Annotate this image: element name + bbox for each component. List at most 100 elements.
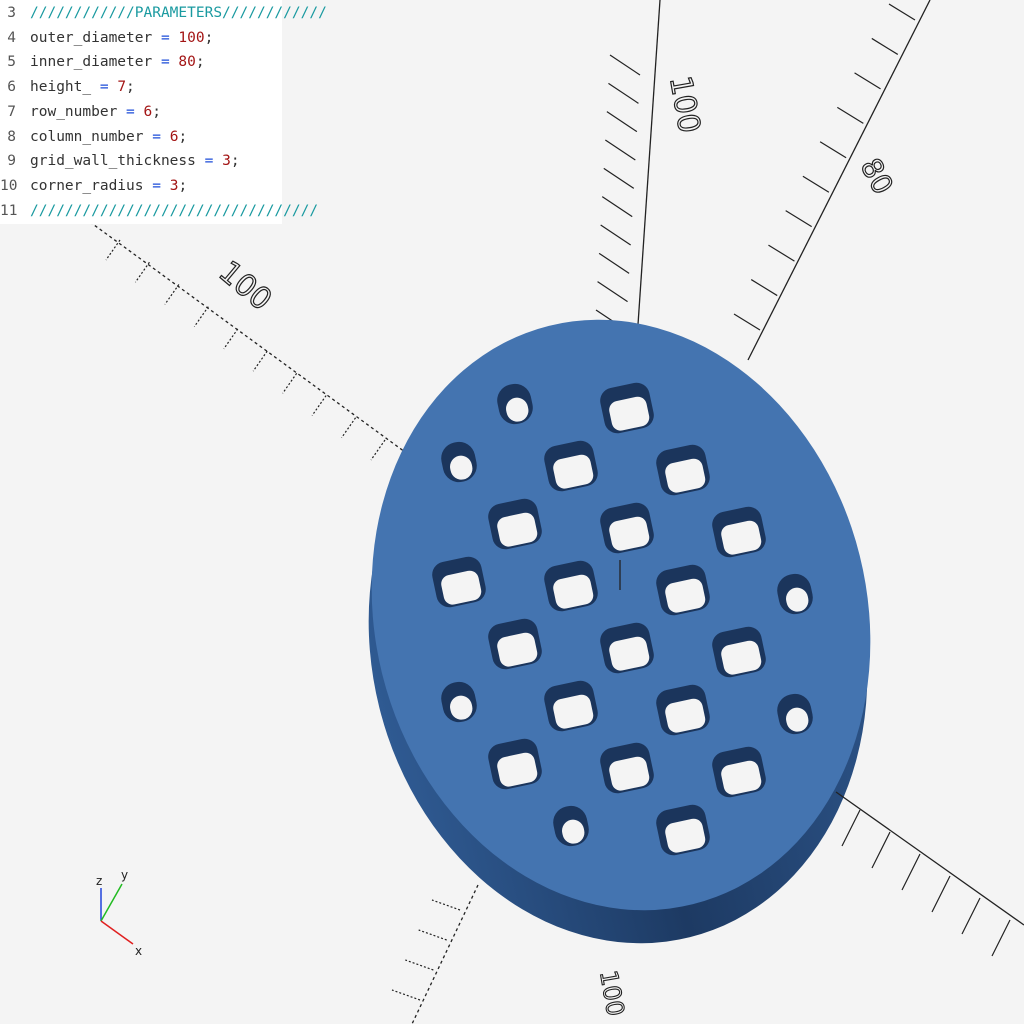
numeric-value: 6	[143, 103, 153, 120]
axis-tick	[134, 261, 150, 283]
line-code: outer_diameter = 100;	[30, 26, 213, 51]
numeric-value: 100	[178, 29, 205, 46]
variable-name: grid_wall_thickness	[30, 153, 196, 170]
variable-name: row_number	[30, 103, 118, 120]
axis-tick	[854, 72, 881, 90]
disc-top	[371, 319, 871, 911]
axis-tick	[223, 328, 239, 350]
operator: =	[195, 153, 223, 170]
axis-tick-label: 100	[594, 968, 630, 1018]
semicolon: ;	[195, 54, 205, 71]
line-number: 4	[7, 29, 16, 46]
axis-tick	[598, 252, 630, 274]
code-line[interactable]: 3 ////////////PARAMETERS////////////	[0, 1, 327, 26]
line-code: /////////////////////////////////	[30, 199, 318, 224]
axis-tick	[311, 395, 327, 416]
line-number: 3	[7, 5, 16, 21]
axis-tick-label: 100	[662, 73, 706, 135]
grid-disc-model[interactable]	[307, 266, 932, 996]
code-line[interactable]: 7 row_number = 6;	[0, 100, 282, 125]
axis-tick	[605, 139, 636, 161]
line-code: column_number = 6;	[30, 125, 187, 150]
variable-name: column_number	[30, 128, 144, 145]
axis-tick	[768, 244, 795, 262]
line-number: 11	[0, 202, 18, 219]
code-line[interactable]: 6 height_ = 7;	[0, 75, 282, 100]
axis-tick-label: 100	[212, 254, 278, 318]
line-code: corner_radius = 3;	[30, 174, 187, 199]
axis-tick	[991, 919, 1011, 957]
axis-tick	[341, 417, 357, 439]
axis-tick	[871, 37, 899, 55]
operator: =	[143, 177, 170, 194]
axis-tick	[603, 167, 635, 189]
line-number: 8	[7, 128, 16, 145]
code-line[interactable]: 9 grid_wall_thickness = 3;	[0, 149, 282, 174]
axis-tick	[597, 281, 628, 303]
numeric-value: 3	[222, 153, 231, 170]
axis-tick	[750, 279, 778, 297]
code-line[interactable]: 10 corner_radius = 3;	[0, 174, 282, 199]
line-code: row_number = 6;	[30, 100, 161, 125]
operator: =	[152, 54, 179, 71]
code-editor[interactable]: 3 ////////////PARAMETERS//////////// 4 oute…	[0, 0, 327, 224]
axis-gizmo: z y x	[96, 868, 142, 958]
axis-tick	[600, 224, 631, 246]
line-code: inner_diameter = 80;	[30, 50, 205, 75]
axis-tick	[931, 875, 951, 913]
axis-tick	[841, 809, 861, 847]
axis-tick	[164, 284, 180, 305]
axis-tick	[193, 306, 209, 328]
code-line[interactable]: 4 outer_diameter = 100;	[0, 26, 282, 51]
line-number: 7	[7, 103, 16, 120]
gizmo-x-label: x	[135, 944, 142, 958]
axis-tick	[733, 313, 761, 331]
variable-name: inner_diameter	[30, 54, 153, 71]
code-comment: ////////////PARAMETERS////////////	[30, 5, 327, 21]
axis-tick	[105, 239, 121, 261]
gizmo-z-label: z	[96, 874, 102, 888]
axis-tick	[819, 141, 847, 159]
axis-tick	[431, 899, 461, 911]
axis-tick-label: 80	[854, 153, 900, 200]
line-code: grid_wall_thickness = 3;	[30, 149, 240, 174]
axis-tick	[837, 106, 864, 124]
line-number: 9	[7, 153, 16, 170]
axis-tick	[608, 82, 639, 104]
semicolon: ;	[152, 103, 161, 120]
line-code: ////////////PARAMETERS////////////	[30, 1, 327, 26]
line-number: 10	[0, 177, 18, 194]
numeric-value: 80	[178, 54, 196, 71]
axis-tick	[282, 372, 298, 394]
code-line[interactable]: 5 inner_diameter = 80;	[0, 50, 282, 75]
operator: =	[143, 128, 170, 145]
axis-tick	[609, 54, 641, 76]
axis-tick	[888, 3, 916, 21]
line-number: 6	[7, 79, 16, 96]
variable-name: corner_radius	[30, 177, 144, 194]
code-line[interactable]: 11 /////////////////////////////////	[0, 199, 318, 224]
operator: =	[91, 79, 118, 96]
axis-tick	[961, 897, 981, 935]
semicolon: ;	[178, 128, 188, 145]
axis-tick	[418, 929, 447, 941]
code-line[interactable]: 8 column_number = 6;	[0, 125, 282, 150]
gizmo-y-label: y	[121, 868, 128, 882]
axis-tick	[901, 853, 921, 891]
axis-tick	[391, 989, 421, 1001]
semicolon: ;	[204, 29, 214, 46]
code-comment: /////////////////////////////////	[30, 202, 319, 219]
axis-tick	[601, 196, 633, 218]
numeric-value: 7	[117, 79, 127, 96]
semicolon: ;	[178, 177, 188, 194]
axis-tick	[871, 831, 891, 869]
semicolon: ;	[126, 79, 135, 96]
axis-tick	[370, 439, 386, 461]
axis-tick	[606, 111, 638, 133]
semicolon: ;	[230, 153, 240, 170]
operator: =	[117, 103, 144, 120]
line-code: height_ = 7;	[30, 75, 135, 100]
axis-tick	[405, 959, 434, 971]
variable-name: height_	[30, 79, 92, 96]
line-number: 5	[7, 54, 16, 71]
